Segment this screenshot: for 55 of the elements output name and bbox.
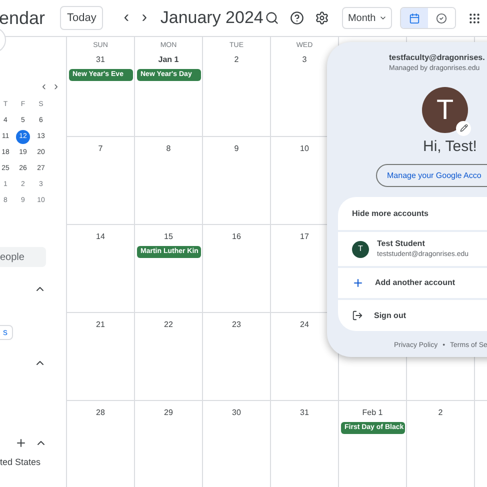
day-number: 31	[300, 407, 309, 419]
next-month-button[interactable]: ›	[137, 6, 152, 30]
view-dropdown[interactable]: Month	[342, 7, 392, 29]
day-number: 16	[232, 231, 241, 243]
today-button[interactable]: Today	[60, 6, 104, 30]
day-number: 29	[164, 407, 173, 419]
help-icon[interactable]	[290, 11, 304, 25]
day-number: 2	[438, 407, 443, 419]
pencil-icon	[460, 124, 468, 132]
day-number: 15	[164, 231, 173, 243]
avatar: T	[422, 86, 468, 132]
app-title: endar	[0, 6, 46, 30]
settings-icon[interactable]	[315, 11, 330, 25]
day-number: Jan 1	[158, 54, 179, 66]
sign-out-icon	[352, 310, 363, 321]
region-label: ted States	[0, 456, 42, 469]
sign-out-button[interactable]: Sign out	[338, 300, 487, 331]
day-number: 24	[300, 319, 309, 331]
account-avatar: T	[352, 240, 369, 258]
add-account-button[interactable]: Add another account	[338, 268, 487, 298]
search-icon[interactable]	[265, 11, 280, 25]
month-title: January 2024	[160, 7, 260, 30]
calendar-view-tab[interactable]	[401, 8, 428, 28]
search-people-field[interactable]: eople	[0, 247, 46, 267]
day-number: 21	[96, 319, 105, 331]
day-number: 31	[96, 54, 105, 66]
day-number: 9	[234, 143, 239, 155]
greeting: Hi, Test!	[423, 136, 478, 156]
day-number: 22	[164, 319, 173, 331]
day-number: 8	[166, 143, 171, 155]
mini-next-button[interactable]: ›	[54, 77, 58, 95]
dropdown-caret-icon	[378, 14, 387, 22]
mini-prev-button[interactable]: ‹	[42, 77, 46, 95]
previous-month-button[interactable]: ‹	[119, 6, 134, 30]
manage-account-button[interactable]: Manage your Google Acco	[376, 164, 487, 187]
add-icon[interactable]	[15, 437, 27, 449]
account-name: Test Student	[377, 238, 426, 250]
day-number: 17	[300, 231, 309, 243]
day-number: 28	[96, 407, 105, 419]
section-button[interactable]: s	[0, 325, 12, 340]
account-email: testfaculty@dragonrises.	[389, 52, 486, 64]
day-number: 23	[232, 319, 241, 331]
calendar-icon	[409, 12, 420, 24]
edit-photo-button[interactable]	[456, 120, 471, 136]
day-number: 7	[98, 143, 103, 155]
day-number: 2	[234, 54, 239, 66]
apps-grid-icon[interactable]	[468, 12, 482, 24]
day-number: 10	[300, 143, 309, 155]
plus-icon	[352, 277, 364, 289]
hide-accounts-button[interactable]: Hide more accounts	[338, 197, 487, 230]
day-number: 30	[232, 407, 241, 419]
day-number: Feb 1	[362, 407, 383, 419]
day-number: 3	[302, 54, 307, 66]
check-circle-icon	[436, 12, 448, 24]
day-number: 14	[96, 231, 105, 243]
